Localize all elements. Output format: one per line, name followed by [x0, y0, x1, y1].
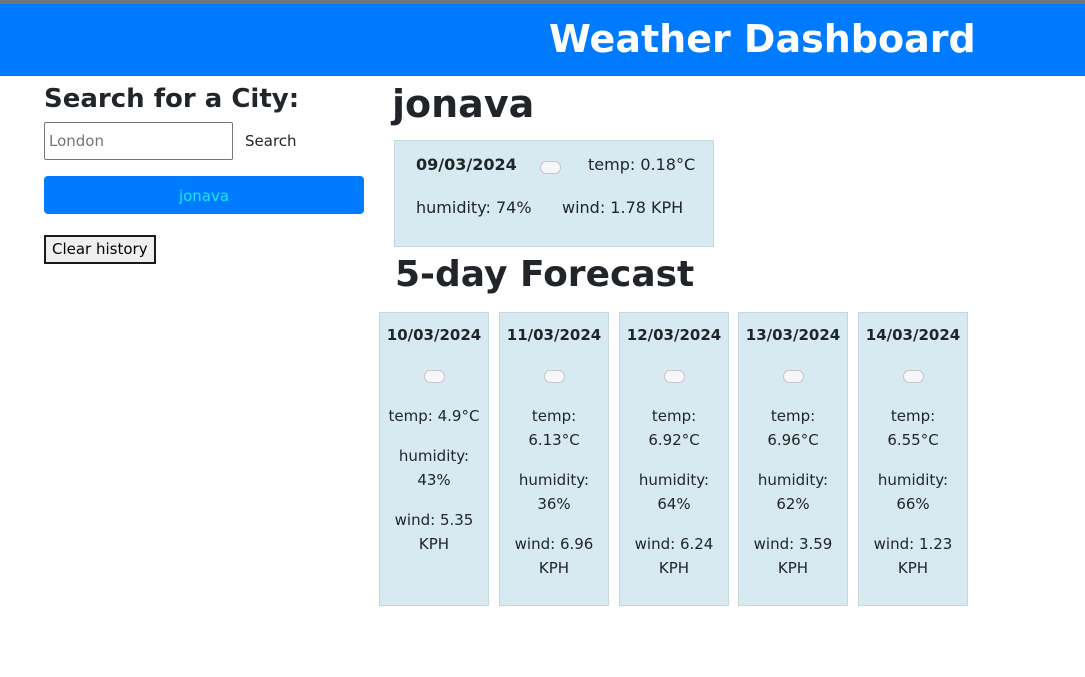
history-item-jonava[interactable]: jonava — [44, 176, 364, 214]
forecast-humidity: humidity: 62% — [757, 471, 829, 513]
forecast-date: 14/03/2024 — [865, 326, 961, 344]
forecast-card: 13/03/2024 temp: 6.96°C humidity: 62% wi… — [738, 312, 848, 606]
page-title: Weather Dashboard — [549, 17, 976, 61]
cloud-icon — [423, 370, 445, 383]
cloud-icon — [543, 370, 565, 383]
forecast-card: 12/03/2024 temp: 6.92°C humidity: 64% wi… — [619, 312, 729, 606]
cloud-icon — [782, 370, 804, 383]
clear-history-button[interactable]: Clear history — [44, 235, 156, 264]
cloud-icon — [902, 370, 924, 383]
current-weather-card: 09/03/2024 temp: 0.18°C humidity: 74% wi… — [394, 140, 714, 247]
forecast-temp: temp: 6.96°C — [767, 407, 819, 449]
forecast-date: 11/03/2024 — [506, 326, 602, 344]
forecast-temp: temp: 4.9°C — [388, 407, 480, 425]
search-button[interactable]: Search — [236, 122, 306, 160]
city-search-input[interactable] — [44, 122, 233, 160]
current-date: 09/03/2024 — [416, 155, 517, 174]
weather-icon-container — [540, 159, 561, 178]
app-header: Weather Dashboard — [0, 4, 1085, 76]
cloud-icon — [540, 161, 561, 174]
forecast-card: 10/03/2024 temp: 4.9°C humidity: 43% win… — [379, 312, 489, 606]
forecast-temp: temp: 6.92°C — [648, 407, 700, 449]
forecast-humidity: humidity: 66% — [877, 471, 949, 513]
forecast-wind: wind: 3.59 KPH — [753, 535, 833, 577]
forecast-humidity: humidity: 36% — [518, 471, 590, 513]
forecast-date: 13/03/2024 — [745, 326, 841, 344]
forecast-wind: wind: 6.96 KPH — [514, 535, 594, 577]
current-city-name: jonava — [392, 82, 535, 126]
current-wind: wind: 1.78 KPH — [562, 198, 684, 217]
forecast-date: 10/03/2024 — [386, 326, 482, 344]
forecast-wind: wind: 5.35 KPH — [394, 511, 474, 553]
forecast-temp: temp: 6.13°C — [528, 407, 580, 449]
forecast-card: 11/03/2024 temp: 6.13°C humidity: 36% wi… — [499, 312, 609, 606]
forecast-wind: wind: 6.24 KPH — [634, 535, 714, 577]
forecast-wind: wind: 1.23 KPH — [873, 535, 953, 577]
forecast-temp: temp: 6.55°C — [887, 407, 939, 449]
forecast-date: 12/03/2024 — [626, 326, 722, 344]
forecast-humidity: humidity: 43% — [398, 447, 470, 489]
cloud-icon — [663, 370, 685, 383]
current-humidity: humidity: 74% — [416, 198, 532, 217]
current-temp: temp: 0.18°C — [588, 155, 696, 174]
forecast-card: 14/03/2024 temp: 6.55°C humidity: 66% wi… — [858, 312, 968, 606]
forecast-humidity: humidity: 64% — [638, 471, 710, 513]
search-heading: Search for a City: — [44, 84, 300, 114]
forecast-heading: 5-day Forecast — [395, 254, 695, 295]
